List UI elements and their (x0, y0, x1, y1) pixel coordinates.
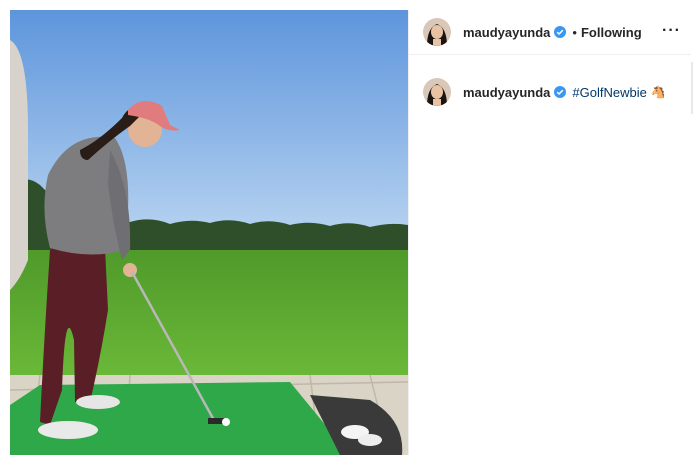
caption: maudyayunda #GolfNewbie 🐴 (423, 78, 666, 106)
following-button[interactable]: Following (581, 25, 642, 40)
verified-badge-icon (554, 86, 567, 98)
caption-avatar[interactable] (423, 78, 451, 106)
caption-username[interactable]: maudyayunda (463, 85, 550, 100)
hashtag-link[interactable]: #GolfNewbie (572, 85, 646, 100)
more-options-icon[interactable]: ··· (662, 22, 681, 40)
truncated-caption-text: ... (463, 107, 471, 114)
horse-emoji-icon: 🐴 (650, 85, 666, 99)
post-side-panel: maudyayunda • Following ··· maudyayunda … (408, 10, 693, 455)
post-author-username[interactable]: maudyayunda (463, 25, 550, 40)
verified-badge-icon (554, 26, 567, 38)
comments-section: maudyayunda #GolfNewbie 🐴 ... (409, 62, 693, 114)
avatar[interactable] (423, 18, 451, 46)
post-image[interactable] (10, 10, 408, 455)
post-header: maudyayunda • Following ··· (409, 10, 691, 55)
golf-photo (10, 10, 408, 455)
instagram-post-modal: maudyayunda • Following ··· maudyayunda … (0, 0, 700, 465)
separator-dot: • (572, 24, 577, 40)
avatar-image (423, 18, 451, 46)
avatar-image (423, 78, 451, 106)
